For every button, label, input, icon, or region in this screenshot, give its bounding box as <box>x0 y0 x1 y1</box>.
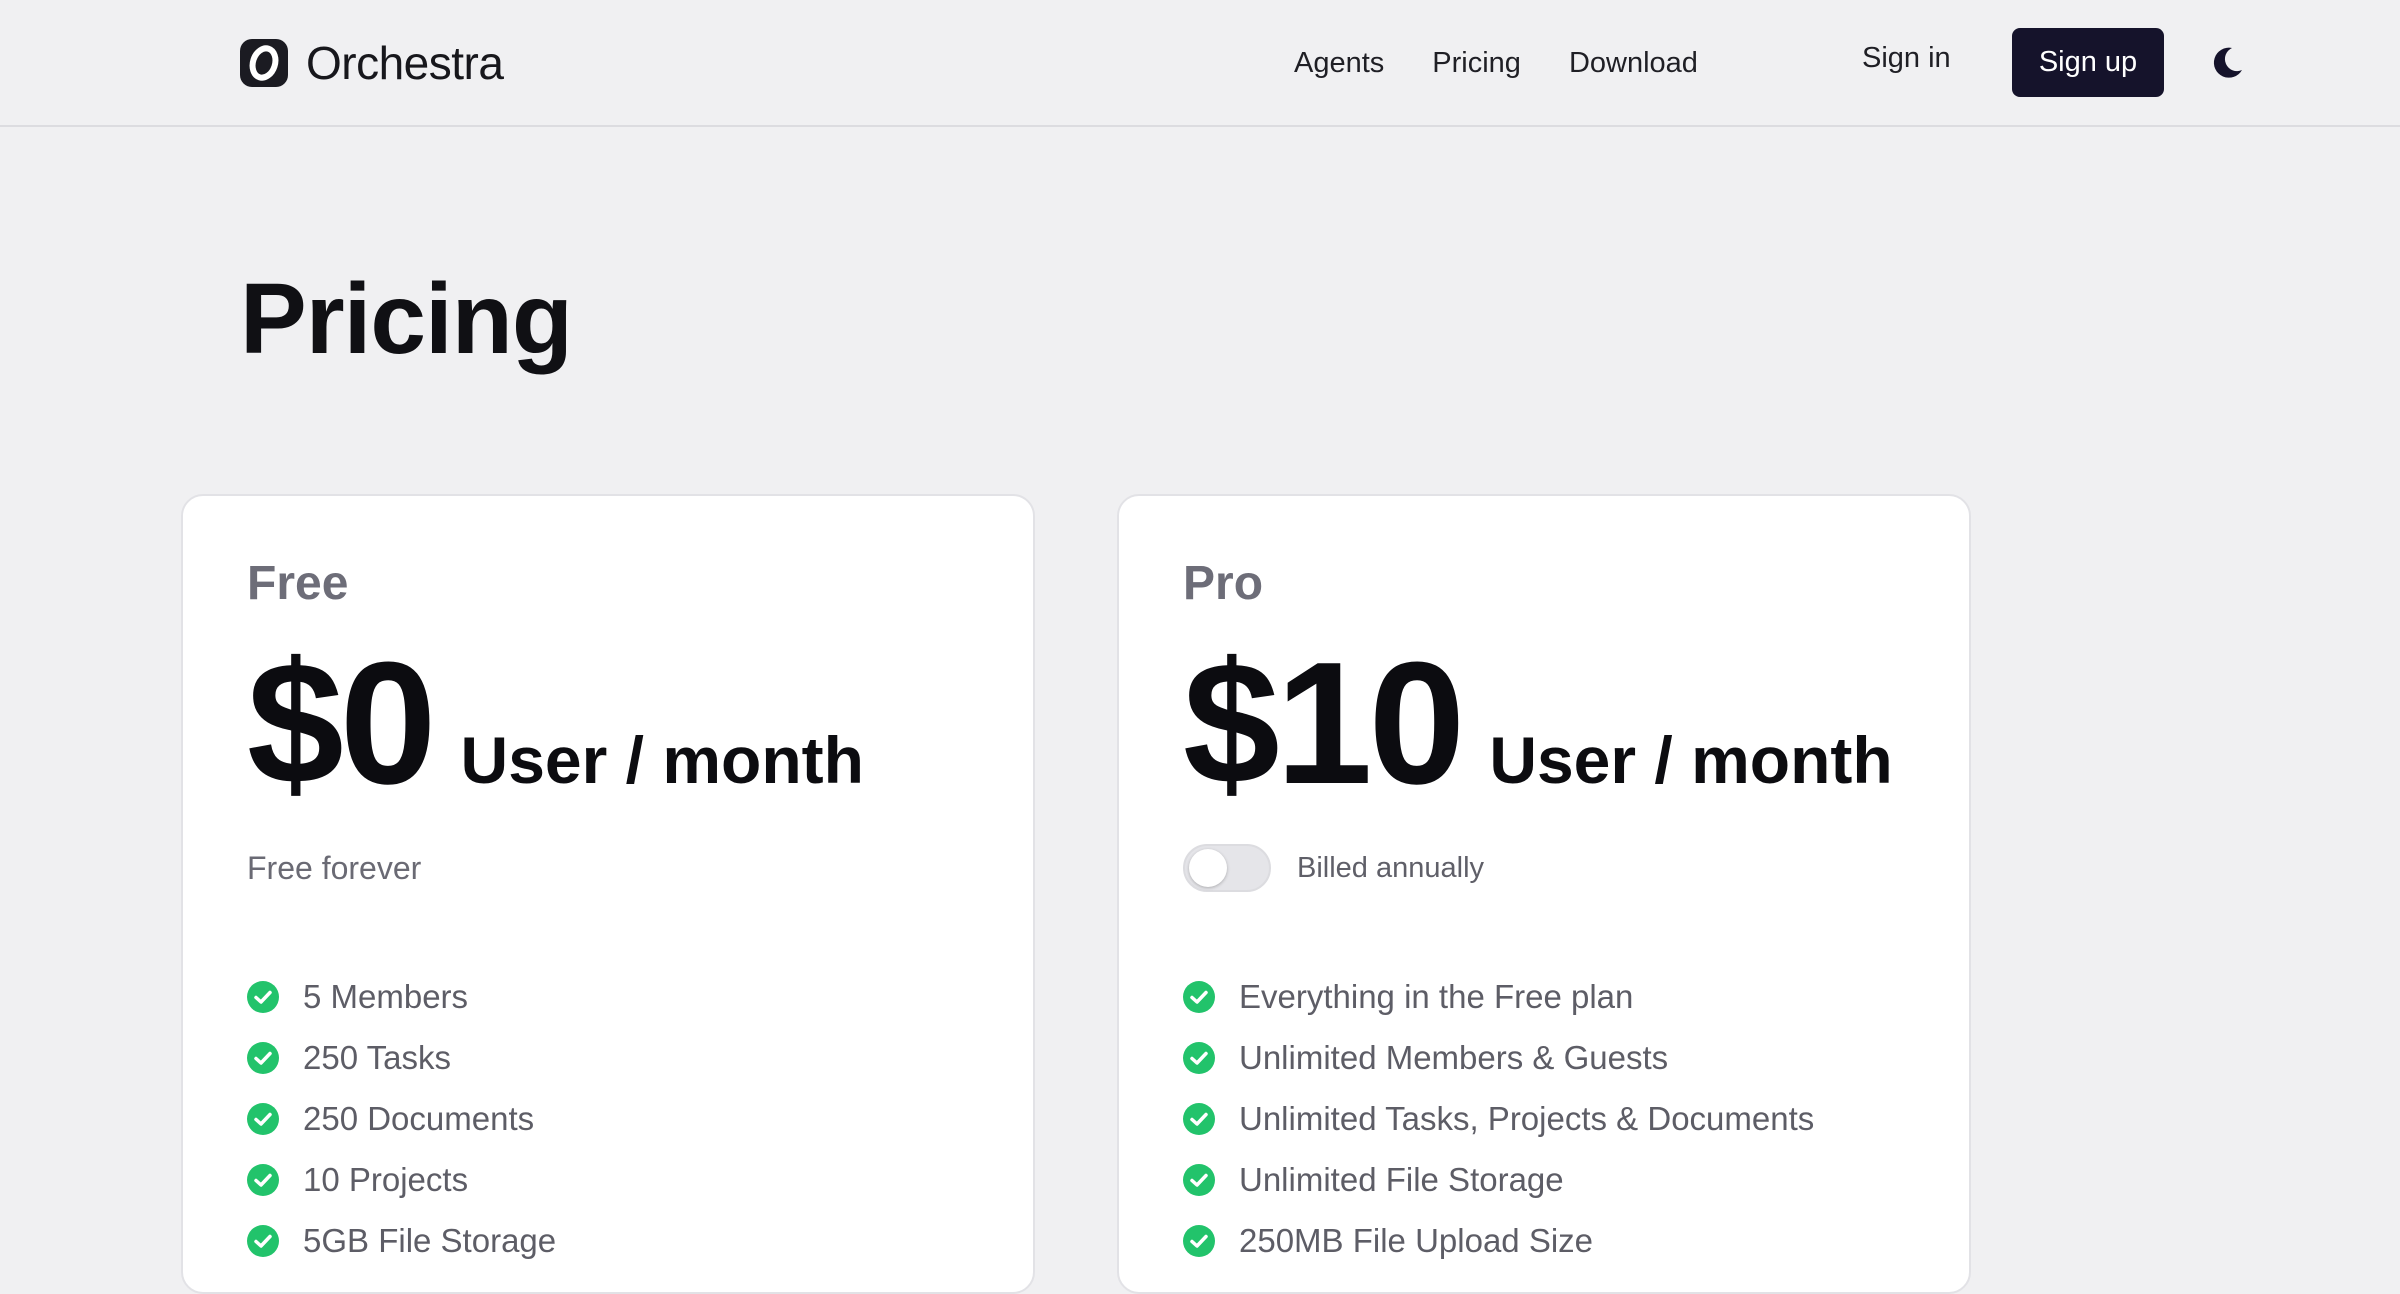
feature-label: 250 Tasks <box>303 1038 451 1076</box>
check-circle-icon <box>1183 980 1215 1013</box>
plan-subtitle: Free forever <box>247 850 422 886</box>
plan-card-free: Free $0 User / month Free forever 5 Memb… <box>181 494 1035 1294</box>
plan-price: $10 <box>1183 625 1465 820</box>
nav-pricing[interactable]: Pricing <box>1432 47 1521 80</box>
feature-label: 250MB File Upload Size <box>1239 1221 1594 1259</box>
feature-label: 250 Documents <box>303 1099 535 1137</box>
feature-item: 250 Documents <box>247 1088 556 1149</box>
feature-item: Unlimited Members & Guests <box>1183 1027 1814 1088</box>
price-row: $0 User / month <box>247 636 864 810</box>
brand-logo[interactable]: Orchestra <box>240 37 504 89</box>
feature-label: 10 Projects <box>303 1160 469 1198</box>
page-title: Pricing <box>240 263 573 375</box>
plan-price: $0 <box>247 625 437 820</box>
feature-label: Unlimited Members & Guests <box>1239 1038 1669 1076</box>
plan-name: Free <box>247 557 349 610</box>
feature-item: 5GB File Storage <box>247 1210 556 1271</box>
plan-card-pro: Pro $10 User / month Billed annually Eve… <box>1117 494 1971 1294</box>
price-unit: User / month <box>460 723 864 797</box>
billing-toggle-row: Billed annually <box>1183 844 1484 892</box>
check-circle-icon <box>247 1041 279 1074</box>
price-unit: User / month <box>1489 723 1893 797</box>
check-circle-icon <box>247 1224 279 1257</box>
feature-list: Everything in the Free plan Unlimited Me… <box>1183 966 1814 1271</box>
feature-item: 10 Projects <box>247 1149 556 1210</box>
check-circle-icon <box>1183 1102 1215 1135</box>
price-row: $10 User / month <box>1183 636 1893 810</box>
check-circle-icon <box>247 1163 279 1196</box>
billed-annually-toggle[interactable] <box>1183 844 1271 892</box>
check-circle-icon <box>1183 1224 1215 1257</box>
feature-label: Unlimited File Storage <box>1239 1160 1564 1198</box>
feature-label: 5GB File Storage <box>303 1221 557 1259</box>
feature-label: 5 Members <box>303 977 469 1015</box>
brand-name: Orchestra <box>306 37 504 89</box>
feature-item: 250 Tasks <box>247 1027 556 1088</box>
feature-item: Unlimited File Storage <box>1183 1149 1814 1210</box>
billing-label: Billed annually <box>1297 851 1485 884</box>
feature-item: Unlimited Tasks, Projects & Documents <box>1183 1088 1814 1149</box>
nav-download[interactable]: Download <box>1569 47 1698 80</box>
check-circle-icon <box>1183 1041 1215 1074</box>
check-circle-icon <box>247 1102 279 1135</box>
plan-name: Pro <box>1183 557 1264 610</box>
feature-list: 5 Members 250 Tasks 250 Documents 10 Pro… <box>247 966 556 1271</box>
check-circle-icon <box>1183 1163 1215 1196</box>
feature-label: Unlimited Tasks, Projects & Documents <box>1239 1099 1815 1137</box>
feature-item: Everything in the Free plan <box>1183 966 1814 1027</box>
feature-label: Everything in the Free plan <box>1239 977 1634 1015</box>
main-nav: Agents Pricing Download <box>1294 38 1746 88</box>
nav-agents[interactable]: Agents <box>1294 47 1384 80</box>
check-circle-icon <box>247 980 279 1013</box>
feature-item: 250MB File Upload Size <box>1183 1210 1814 1271</box>
orchestra-logo-icon <box>240 39 288 87</box>
toggle-knob <box>1189 849 1227 887</box>
site-header: Orchestra Agents Pricing Download Sign i… <box>0 0 2400 127</box>
sign-up-button[interactable]: Sign up <box>2012 28 2164 97</box>
moon-icon[interactable] <box>2208 44 2246 82</box>
sign-in-link[interactable]: Sign in <box>1862 42 1951 75</box>
feature-item: 5 Members <box>247 966 556 1027</box>
